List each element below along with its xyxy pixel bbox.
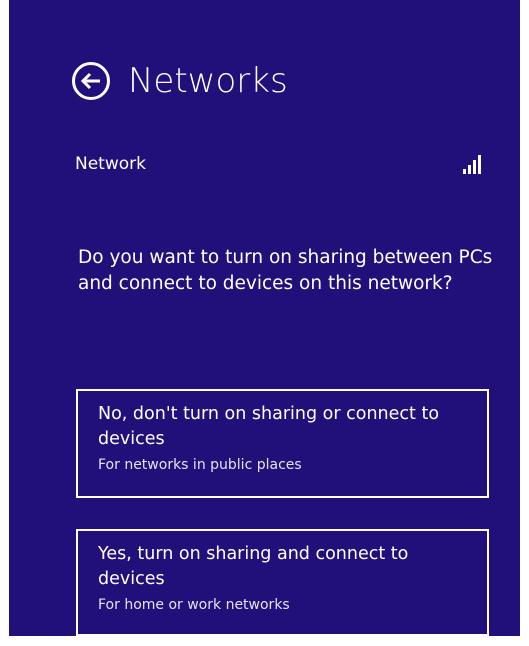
yes-sharing-label: Yes, turn on sharing and connect to devi… xyxy=(98,544,409,589)
yes-sharing-description: For home or work networks xyxy=(98,597,290,613)
network-name: Network xyxy=(75,154,146,174)
no-sharing-button[interactable]: No, don't turn on sharing or connect to … xyxy=(76,389,489,498)
yes-sharing-button[interactable]: Yes, turn on sharing and connect to devi… xyxy=(76,529,489,636)
sharing-question: Do you want to turn on sharing between P… xyxy=(78,247,493,294)
networks-panel: Networks Network Do you want to turn on … xyxy=(9,0,520,636)
header: Networks xyxy=(72,62,288,100)
signal-strength-icon xyxy=(463,154,481,174)
no-sharing-description: For networks in public places xyxy=(98,457,302,473)
back-arrow-icon xyxy=(80,72,100,90)
page-title: Networks xyxy=(128,61,288,101)
no-sharing-label: No, don't turn on sharing or connect to … xyxy=(98,404,440,449)
back-button[interactable] xyxy=(72,62,110,100)
network-item[interactable]: Network xyxy=(75,150,481,178)
